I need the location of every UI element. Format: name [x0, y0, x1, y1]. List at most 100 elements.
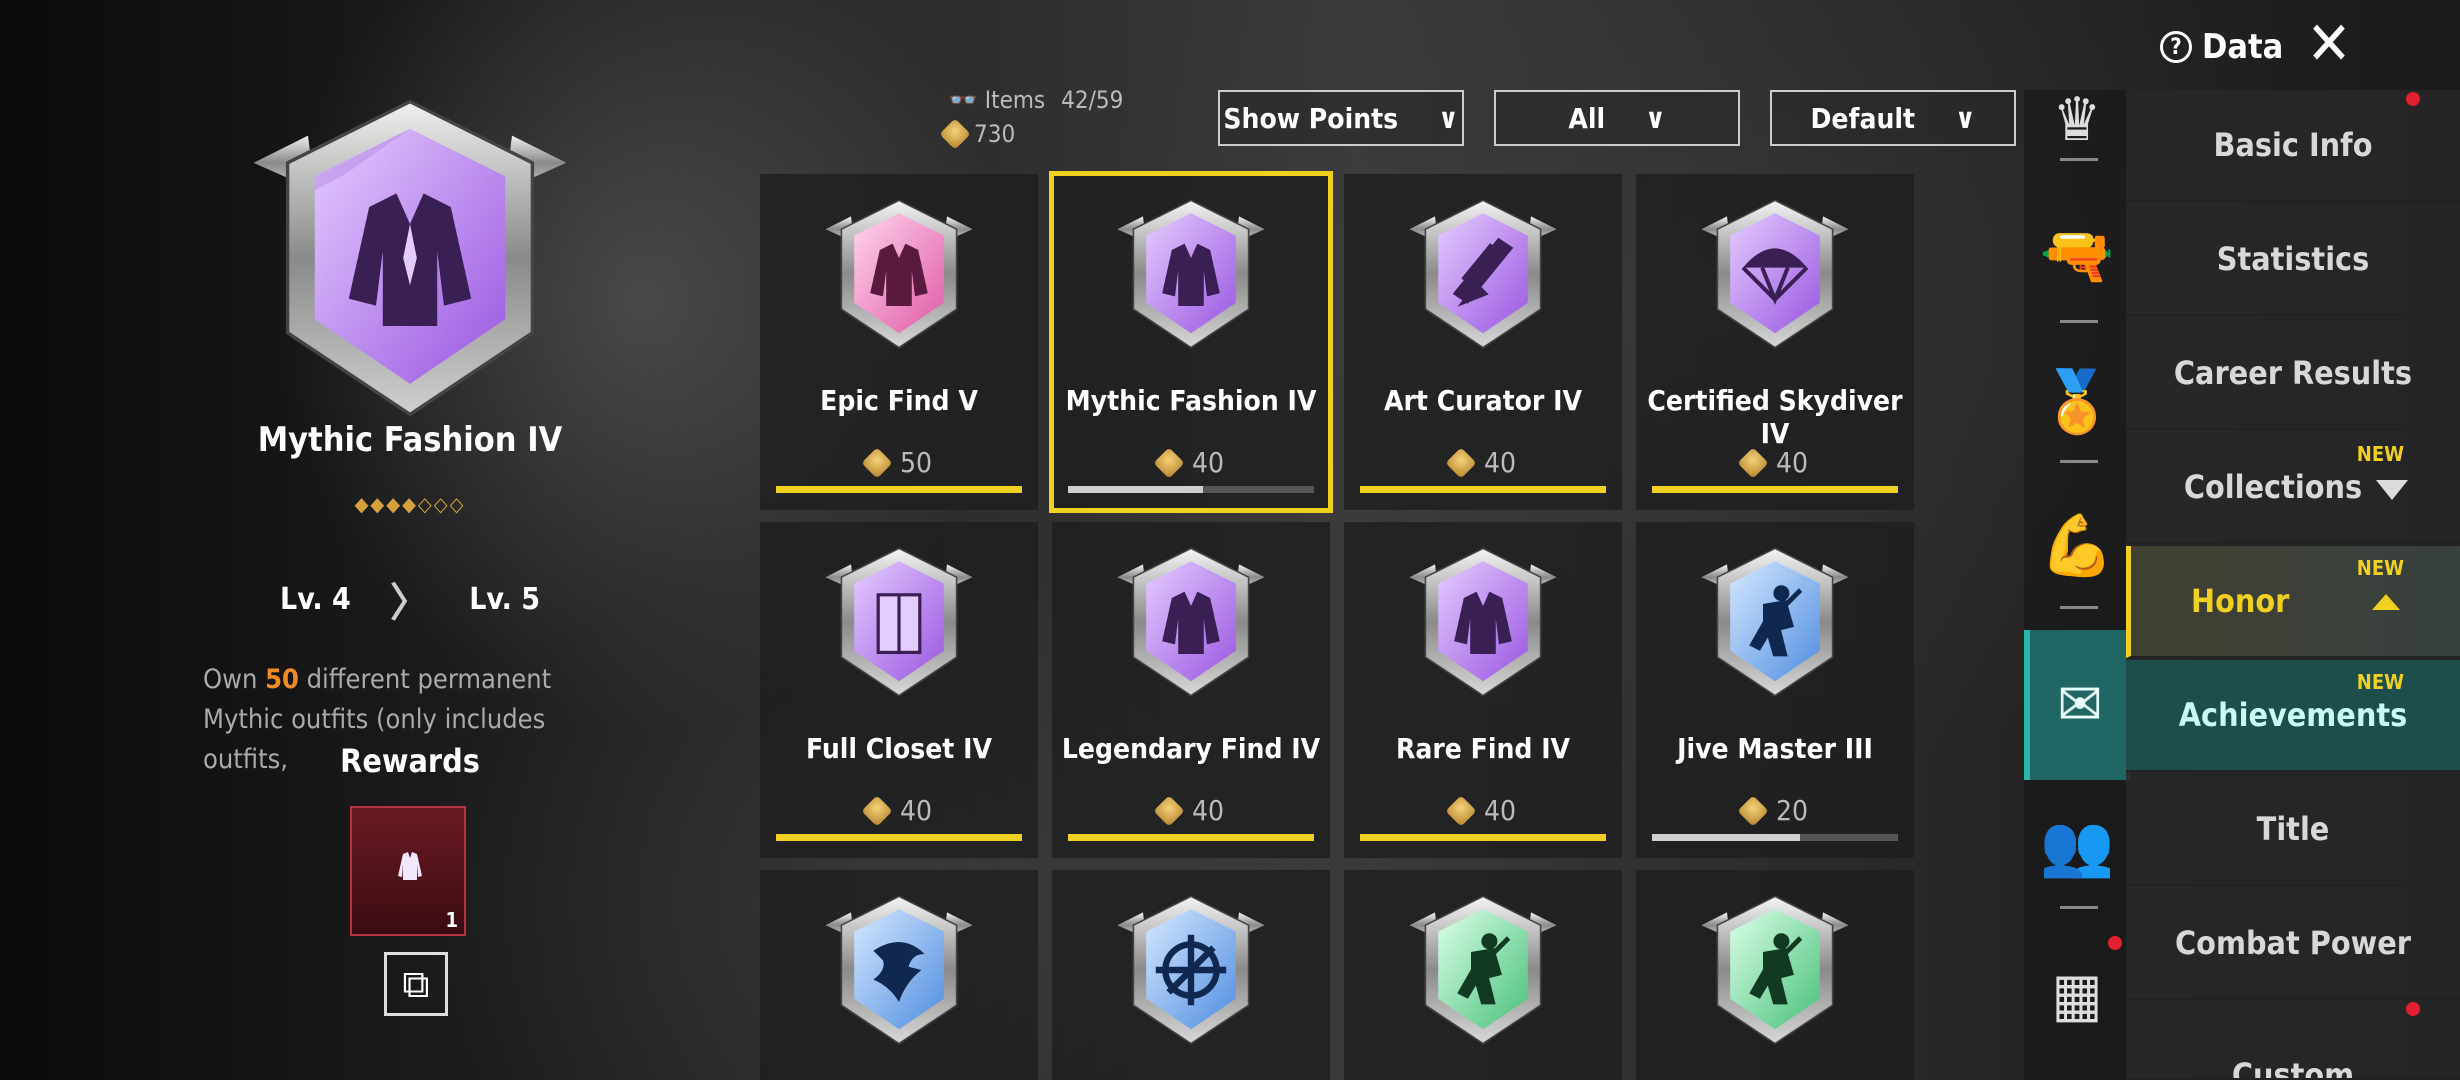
points-icon [939, 118, 971, 150]
data-button[interactable]: ? Data [2160, 22, 2283, 72]
detail-title: Mythic Fashion IV [257, 420, 563, 460]
jacket-badge-icon [825, 199, 973, 349]
progress-bar [1652, 834, 1898, 841]
jacket-badge-icon [1117, 547, 1265, 697]
points-icon [1153, 794, 1185, 827]
chevron-down-icon: ∨ [1955, 101, 1976, 135]
medal-icon[interactable]: 🏅 [2024, 346, 2130, 456]
reward-count: 1 [445, 908, 458, 932]
divider [2060, 320, 2098, 323]
achievement-card[interactable]: Art Curator IV 40 [1344, 174, 1622, 510]
menu-label: Honor [2191, 582, 2290, 620]
close-button[interactable]: ✕ [2298, 14, 2360, 76]
chevron-right-icon: 〉 [390, 580, 430, 626]
menu-label: Achievements [2178, 696, 2408, 734]
close-icon: ✕ [2306, 9, 2352, 79]
progress-bar [1360, 486, 1606, 493]
achievement-card[interactable]: Full Closet IV 40 [760, 522, 1038, 858]
menu-basic-info[interactable]: Basic Info [2126, 90, 2460, 202]
achievement-card[interactable]: Jive Master III 20 [1636, 522, 1914, 858]
achievement-card[interactable] [1052, 870, 1330, 1080]
card-title: Certified Skydiver IV [1647, 384, 1903, 450]
share-button[interactable]: ⧉ [384, 952, 448, 1016]
achievement-card[interactable]: Epic Find V 50 [760, 174, 1038, 510]
points-value: 40 [1483, 794, 1517, 827]
dropdown-label: All [1568, 101, 1606, 135]
closet-badge-icon [825, 547, 973, 697]
friends-icon[interactable]: 👥 [2024, 790, 2130, 900]
category-icon-column: ♛ 🔫 🏅 💪 ✉ 👥 ▦ [2024, 85, 2130, 1080]
jacket-icon [398, 852, 422, 880]
points-stat: 730 [939, 118, 1016, 150]
reward-item[interactable]: 1 [350, 806, 466, 936]
progress-bar [1068, 834, 1314, 841]
points-value: 20 [1775, 794, 1809, 827]
achievement-card[interactable]: Legendary Find IV 40 [1052, 522, 1330, 858]
achievement-card[interactable]: Rare Find IV 40 [1344, 522, 1622, 858]
menu-label: Combat Power [2175, 924, 2411, 962]
jacket-badge-icon [1117, 199, 1265, 349]
menu-label: Career Results [2173, 354, 2413, 392]
menu-career-results[interactable]: Career Results [2126, 318, 2460, 430]
brush-badge-icon [1409, 199, 1557, 349]
items-stat: 👓 Items 42/59 [948, 86, 1123, 114]
pistol-icon[interactable]: 🔫 [2024, 200, 2130, 310]
parachute-badge-icon [1701, 199, 1849, 349]
achievement-card[interactable]: Mythic Fashion IV 40 [1049, 171, 1333, 513]
all-dropdown[interactable]: All ∨ [1494, 90, 1740, 146]
menu-title[interactable]: Title [2126, 774, 2460, 886]
notification-dot [2406, 1002, 2420, 1016]
menu-label: Basic Info [2213, 126, 2373, 164]
menu-collections[interactable]: Collections NEW [2126, 432, 2460, 544]
dropdown-label: Show Points [1223, 101, 1399, 135]
points-value: 730 [974, 120, 1016, 148]
menu-custom[interactable]: Custom [2126, 1002, 2460, 1080]
muscle-icon[interactable]: 💪 [2024, 490, 2130, 600]
crosshair-badge-icon [1117, 895, 1265, 1045]
points-value: 40 [899, 794, 933, 827]
progress-fill [1652, 486, 1898, 493]
achievement-card[interactable]: Certified Skydiver IV 40 [1636, 174, 1914, 510]
selected-badge-icon [253, 99, 567, 417]
items-value: 42/59 [1061, 86, 1124, 114]
points-icon [1445, 446, 1477, 479]
card-title: Jive Master III [1677, 732, 1873, 765]
card-points: 40 [1052, 446, 1330, 479]
menu-achievements[interactable]: Achievements NEW [2126, 660, 2460, 772]
crown-icon[interactable]: ♛ [2024, 85, 2130, 155]
progress-fill [1652, 834, 1800, 841]
side-menu: Basic Info Statistics Career Results Col… [2126, 90, 2460, 1080]
menu-label: Collections [2183, 468, 2363, 506]
sort-dropdown[interactable]: Default ∨ [1770, 90, 2016, 146]
show-points-dropdown[interactable]: Show Points ∨ [1218, 90, 1464, 146]
eagle-badge-icon [825, 895, 973, 1045]
menu-statistics[interactable]: Statistics [2126, 204, 2460, 316]
achievement-card[interactable] [760, 870, 1038, 1080]
card-title: Mythic Fashion IV [1065, 384, 1317, 417]
points-icon [1445, 794, 1477, 827]
menu-label: Custom [2231, 1056, 2355, 1080]
achievement-icon[interactable]: ✉ [2024, 630, 2130, 780]
divider [2060, 460, 2098, 463]
progress-fill [1360, 834, 1606, 841]
card-points: 40 [760, 794, 1038, 827]
card-points: 50 [760, 446, 1038, 479]
divider [2060, 606, 2098, 609]
achievement-card[interactable] [1636, 870, 1914, 1080]
card-points: 40 [1344, 794, 1622, 827]
grid-icon[interactable]: ▦ [2024, 940, 2130, 1050]
expand-icon [2376, 480, 2408, 500]
collapse-icon [2372, 594, 2400, 610]
level-row: Lv. 4 〉 Lv. 5 [280, 570, 540, 628]
points-icon [1153, 446, 1185, 479]
rewards-title: Rewards [340, 742, 480, 780]
dancer-badge-icon [1409, 895, 1557, 1045]
progress-fill [776, 834, 1022, 841]
achievement-card[interactable] [1344, 870, 1622, 1080]
menu-honor[interactable]: Honor NEW [2126, 546, 2460, 658]
dropdown-label: Default [1810, 101, 1916, 135]
card-points: 40 [1344, 446, 1622, 479]
divider [2060, 158, 2098, 161]
menu-combat-power[interactable]: Combat Power [2126, 888, 2460, 1000]
level-from: Lv. 4 [280, 581, 351, 617]
